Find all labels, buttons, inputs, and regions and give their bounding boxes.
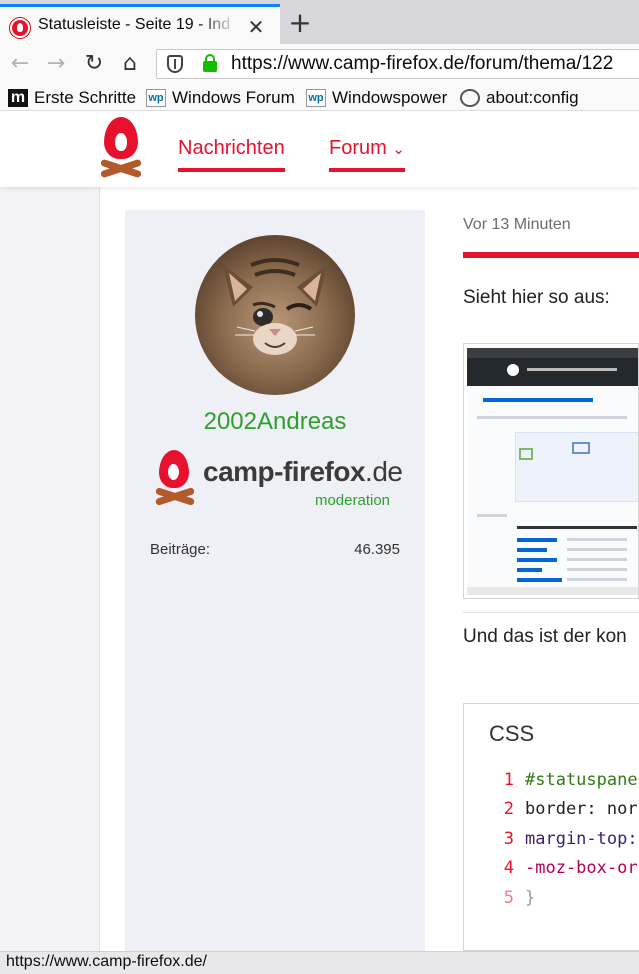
tab-strip: Statusleiste - Seite 19 - Ind ✕ + (0, 0, 639, 44)
chevron-down-icon: ⌄ (392, 141, 405, 158)
bookmark-label: about:config (486, 88, 579, 107)
mozilla-m-icon: m (8, 89, 28, 107)
username[interactable]: 2002Andreas (125, 408, 425, 436)
post-separator (463, 612, 639, 613)
wp-site-icon: wp (306, 89, 326, 107)
site-header: Nachrichten Forum ⌄ (0, 111, 639, 187)
active-tab[interactable]: Statusleiste - Seite 19 - Ind ✕ (0, 4, 280, 44)
left-rail (0, 187, 100, 951)
globe-icon (460, 89, 480, 107)
code-block-title: CSS (489, 721, 535, 746)
navigation-toolbar: ← → ↻ ⌂ https://www.camp-firefox.de/foru… (0, 44, 639, 84)
forward-arrow-icon[interactable]: → (42, 50, 70, 78)
bookmark-label: Erste Schritte (34, 88, 137, 107)
avatar[interactable] (195, 235, 355, 395)
nav-link-label: Forum (329, 137, 387, 159)
flame-logo-icon (159, 450, 189, 488)
nav-link-nachrichten[interactable]: Nachrichten (178, 137, 285, 172)
code-line: 1 #statuspane (503, 770, 638, 790)
post-timestamp[interactable]: Vor 13 Minuten (463, 216, 571, 234)
url-text[interactable]: https://www.camp-firefox.de/forum/thema/… (231, 53, 613, 75)
github-page-image (467, 386, 638, 588)
wp-site-icon: wp (146, 89, 166, 107)
screenshot-statusbar-image (467, 587, 638, 595)
code-line: 3 margin-top: (503, 829, 638, 849)
github-header-image (467, 348, 638, 386)
post-screenshot-image[interactable] (463, 343, 639, 599)
close-tab-icon[interactable]: ✕ (244, 16, 268, 40)
moderation-badge: camp-firefox.de moderation (154, 450, 405, 512)
post-divider (463, 252, 639, 258)
reload-icon[interactable]: ↻ (80, 50, 108, 78)
logs-logo-icon (99, 158, 143, 179)
page-content: 2002Andreas camp-firefox.de moderation B… (0, 187, 639, 951)
tracking-protection-shield-icon[interactable] (167, 55, 183, 73)
new-tab-icon[interactable]: + (286, 9, 314, 38)
bookmark-label: Windowspower (332, 88, 448, 107)
bookmark-label: Windows Forum (172, 88, 295, 107)
flame-logo-icon (104, 117, 138, 159)
posts-label: Beiträge: (150, 541, 211, 558)
code-block: CSS 1 #statuspane 2 border: nor 3 margin… (463, 703, 639, 951)
status-url: https://www.camp-firefox.de/ (6, 953, 207, 970)
nav-link-forum[interactable]: Forum ⌄ (329, 137, 405, 172)
user-panel: 2002Andreas camp-firefox.de moderation B… (125, 210, 425, 951)
brand-name: camp-firefox.de (203, 456, 403, 487)
back-arrow-icon[interactable]: ← (6, 50, 34, 78)
firefox-favicon-icon (10, 18, 30, 38)
code-line: 4 -moz-box-or (503, 858, 638, 878)
tab-title: Statusleiste - Seite 19 - Ind (38, 16, 231, 33)
code-line: 5 } (503, 888, 536, 908)
url-bar[interactable]: https://www.camp-firefox.de/forum/thema/… (156, 49, 639, 79)
link-status-bar: https://www.camp-firefox.de/ (0, 951, 639, 974)
bookmarks-toolbar: m Erste Schritte wp Windows Forum wp Win… (0, 84, 639, 111)
kitten-avatar-image (223, 258, 327, 355)
posts-count: 46.395 (354, 541, 400, 558)
secure-lock-icon[interactable] (203, 54, 217, 72)
home-icon[interactable]: ⌂ (116, 50, 144, 78)
logs-logo-icon (154, 486, 196, 507)
post-text: Sieht hier so aus: (463, 287, 610, 308)
code-line: 2 border: nor (503, 799, 638, 819)
moderation-label: moderation (314, 492, 390, 509)
post-text: Und das ist der kon (463, 626, 627, 647)
